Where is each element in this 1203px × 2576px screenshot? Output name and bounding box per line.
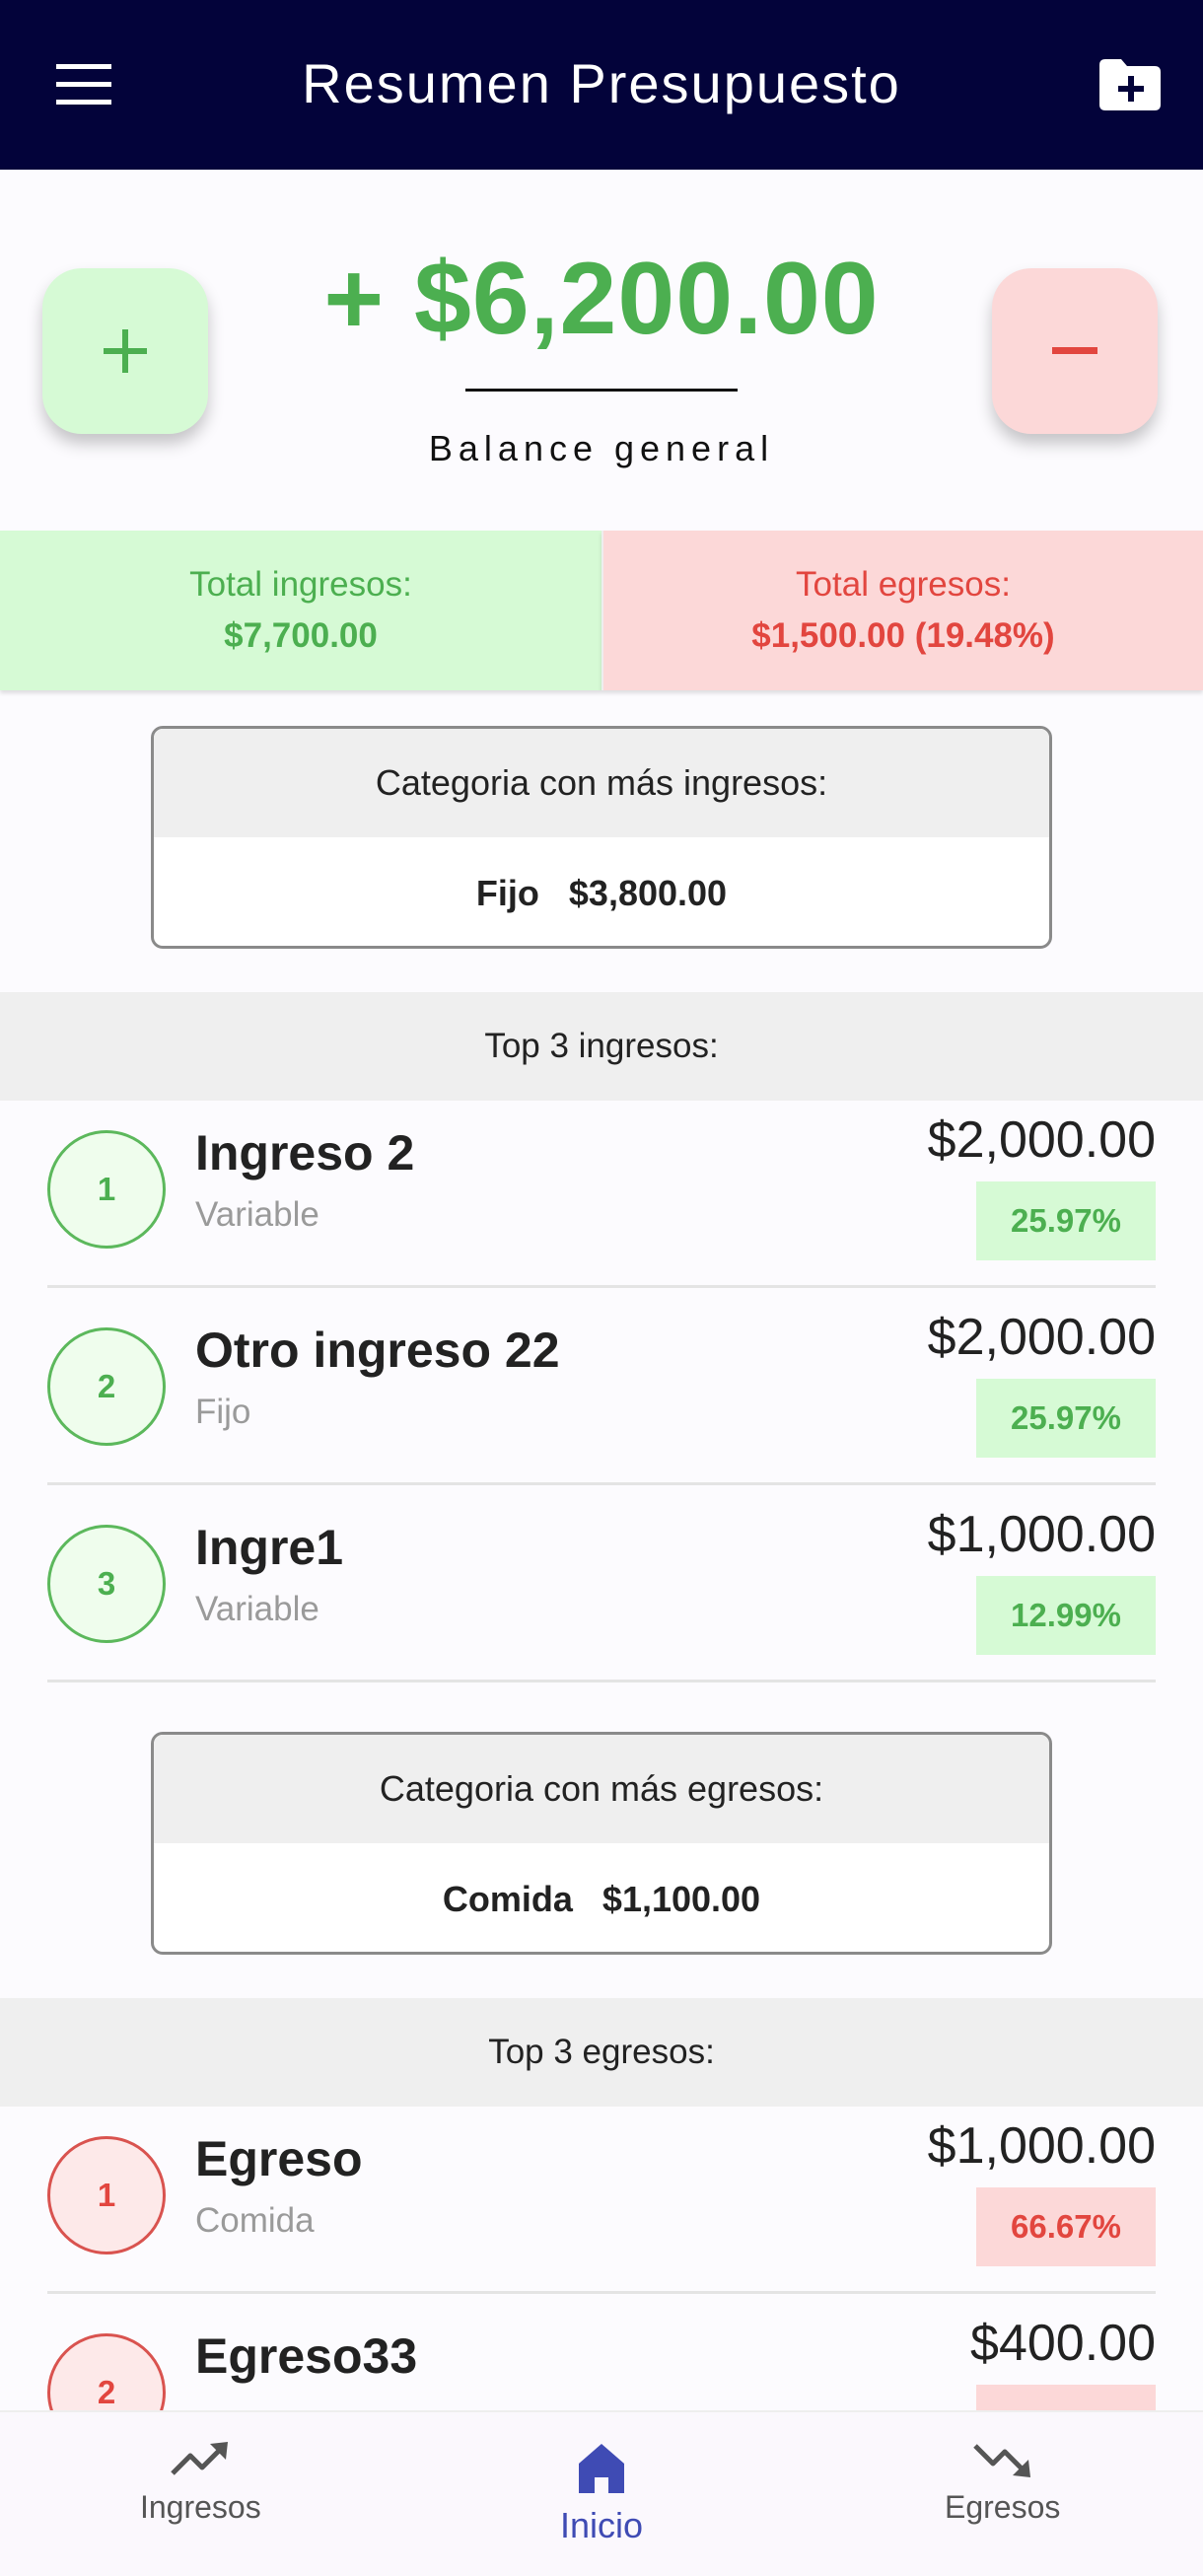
minus-icon: [1052, 347, 1097, 354]
top-expense-category-card: Categoria con más egresos: Comida $1,100…: [151, 1732, 1052, 1955]
item-percent: [976, 2385, 1156, 2410]
item-percent: 66.67%: [976, 2187, 1156, 2266]
app-bar: Resumen Presupuesto: [0, 0, 1203, 170]
top-income-category-body: Fijo $3,800.00: [154, 837, 1049, 946]
top-expense-category-body: Comida $1,100.00: [154, 1843, 1049, 1952]
nav-item-egresos[interactable]: Egresos: [802, 2412, 1203, 2576]
top-income-category-name: Fijo: [475, 872, 539, 913]
item-category: Comida: [195, 2201, 315, 2240]
total-income-value: $7,700.00: [224, 616, 378, 655]
rank-badge: 2: [47, 1327, 166, 1446]
item-amount: $2,000.00: [927, 1309, 1156, 1366]
item-amount: $1,000.00: [927, 2117, 1156, 2175]
total-expense-label: Total egresos:: [796, 565, 1011, 604]
totals-row: Total ingresos: $7,700.00 Total egresos:…: [0, 531, 1203, 690]
item-name: Ingreso 2: [195, 1125, 415, 1181]
item-category: Variable: [195, 1195, 319, 1234]
income-list-item[interactable]: 2 Otro ingreso 22 Fijo $2,000.00 25.97%: [47, 1288, 1156, 1485]
income-list-item[interactable]: 3 Ingre1 Variable $1,000.00 12.99%: [47, 1485, 1156, 1682]
total-income-box: Total ingresos: $7,700.00: [0, 531, 602, 690]
trending-up-icon: [171, 2442, 229, 2475]
rank-badge: 1: [47, 2136, 166, 2254]
top-expense-category-amount: $1,100.00: [602, 1878, 761, 1919]
app-title: Resumen Presupuesto: [302, 52, 901, 114]
balance-divider: [465, 389, 738, 392]
income-list-item[interactable]: 1 Ingreso 2 Variable $2,000.00 25.97%: [47, 1091, 1156, 1288]
nav-label: Ingresos: [139, 2489, 261, 2525]
item-name: Egreso33: [195, 2328, 418, 2384]
expense-list-item[interactable]: 1 Egreso Comida $1,000.00 66.67%: [47, 2097, 1156, 2294]
item-name: Otro ingreso 22: [195, 1323, 560, 1378]
total-expense-value: $1,500.00 (19.48%): [751, 616, 1055, 655]
top-expense-category-title: Categoria con más egresos:: [154, 1735, 1049, 1843]
item-amount: $400.00: [970, 2315, 1156, 2372]
item-name: Egreso: [195, 2131, 363, 2186]
trending-down-icon: [972, 2444, 1030, 2477]
nav-item-ingresos[interactable]: Ingresos: [0, 2412, 401, 2576]
item-percent: 25.97%: [976, 1379, 1156, 1458]
nav-label: Inicio: [559, 2505, 644, 2545]
add-expense-button[interactable]: [992, 268, 1158, 434]
expense-list-item[interactable]: 2 Egreso33 $400.00: [47, 2294, 1156, 2410]
balance-label: Balance general: [428, 428, 775, 468]
total-expense-box: Total egresos: $1,500.00 (19.48%): [602, 531, 1203, 690]
top-income-category-amount: $3,800.00: [568, 872, 728, 913]
item-category: Fijo: [195, 1393, 251, 1431]
rank-badge: 2: [47, 2333, 166, 2410]
home-icon: [579, 2444, 624, 2493]
top-income-category-title: Categoria con más ingresos:: [154, 729, 1049, 837]
item-amount: $1,000.00: [927, 1506, 1156, 1563]
nav-item-inicio[interactable]: Inicio: [401, 2412, 803, 2576]
new-folder-button[interactable]: [1093, 47, 1168, 122]
top-income-header: Top 3 ingresos:: [0, 992, 1203, 1101]
rank-badge: 1: [47, 1130, 166, 1249]
item-percent: 12.99%: [976, 1576, 1156, 1655]
item-name: Ingre1: [195, 1520, 344, 1575]
item-percent: 25.97%: [976, 1181, 1156, 1260]
nav-label: Egresos: [944, 2489, 1061, 2525]
top-expense-category-name: Comida: [442, 1878, 573, 1919]
folder-add-icon: [1099, 59, 1161, 110]
total-income-label: Total ingresos:: [189, 565, 412, 604]
bottom-navigation: Ingresos Inicio Egresos: [0, 2410, 1203, 2576]
balance-section: + $6,200.00 Balance general: [0, 170, 1203, 531]
item-amount: $2,000.00: [927, 1111, 1156, 1169]
rank-badge: 3: [47, 1525, 166, 1643]
item-category: Variable: [195, 1590, 319, 1628]
top-expense-header: Top 3 egresos:: [0, 1998, 1203, 2107]
top-income-category-card: Categoria con más ingresos: Fijo $3,800.…: [151, 726, 1052, 949]
